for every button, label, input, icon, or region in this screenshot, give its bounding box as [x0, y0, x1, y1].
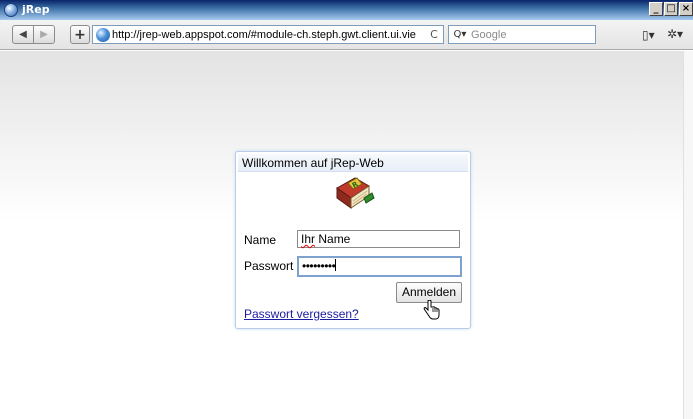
- text-caret: [335, 259, 337, 271]
- name-value-rest: Name: [315, 232, 351, 246]
- forward-button[interactable]: ▶: [33, 25, 55, 44]
- search-input[interactable]: Q▾ Google: [448, 25, 596, 44]
- browser-toolbar: ◀ ▶ + http://jrep-web.appspot.com/#modul…: [0, 20, 693, 50]
- address-bar[interactable]: http://jrep-web.appspot.com/#module-ch.s…: [92, 25, 444, 44]
- search-icon[interactable]: Q▾: [449, 29, 471, 40]
- book-logo-icon: R: [336, 177, 375, 209]
- app-globe-icon: [4, 3, 18, 17]
- window-controls: _ □ ×: [648, 2, 693, 18]
- minimize-button[interactable]: _: [649, 2, 663, 16]
- password-field[interactable]: •••••••••: [297, 256, 462, 277]
- tools-gear-icon[interactable]: ✲▾: [667, 27, 683, 41]
- name-label: Name: [244, 233, 277, 247]
- page-menu-icon[interactable]: ▯▾: [642, 28, 655, 42]
- title-bar: jRep _ □ ×: [0, 0, 693, 20]
- password-masked-value: •••••••••: [302, 259, 336, 273]
- close-button[interactable]: ×: [679, 2, 693, 16]
- search-placeholder: Google: [471, 28, 507, 41]
- reload-icon[interactable]: C: [427, 28, 441, 41]
- url-text: http://jrep-web.appspot.com/#module-ch.s…: [112, 28, 416, 41]
- window-title: jRep: [22, 3, 50, 16]
- password-label: Passwort: [244, 259, 294, 273]
- name-field[interactable]: Ihr Name: [297, 230, 460, 248]
- dialog-title: Willkommen auf jRep-Web: [238, 154, 468, 172]
- add-bookmark-button[interactable]: +: [70, 25, 90, 44]
- hand-pointer-icon: [423, 300, 440, 320]
- site-globe-icon: [96, 27, 110, 42]
- back-arrow-icon: ◀: [19, 29, 27, 40]
- vertical-scrollbar[interactable]: [683, 51, 693, 419]
- plus-icon: +: [74, 26, 86, 43]
- maximize-button[interactable]: □: [664, 2, 678, 16]
- forward-arrow-icon: ▶: [40, 29, 48, 40]
- forgot-password-link[interactable]: Passwort vergessen?: [244, 307, 359, 321]
- back-button[interactable]: ◀: [12, 25, 34, 44]
- name-value-misspelled-word: Ihr: [301, 232, 316, 246]
